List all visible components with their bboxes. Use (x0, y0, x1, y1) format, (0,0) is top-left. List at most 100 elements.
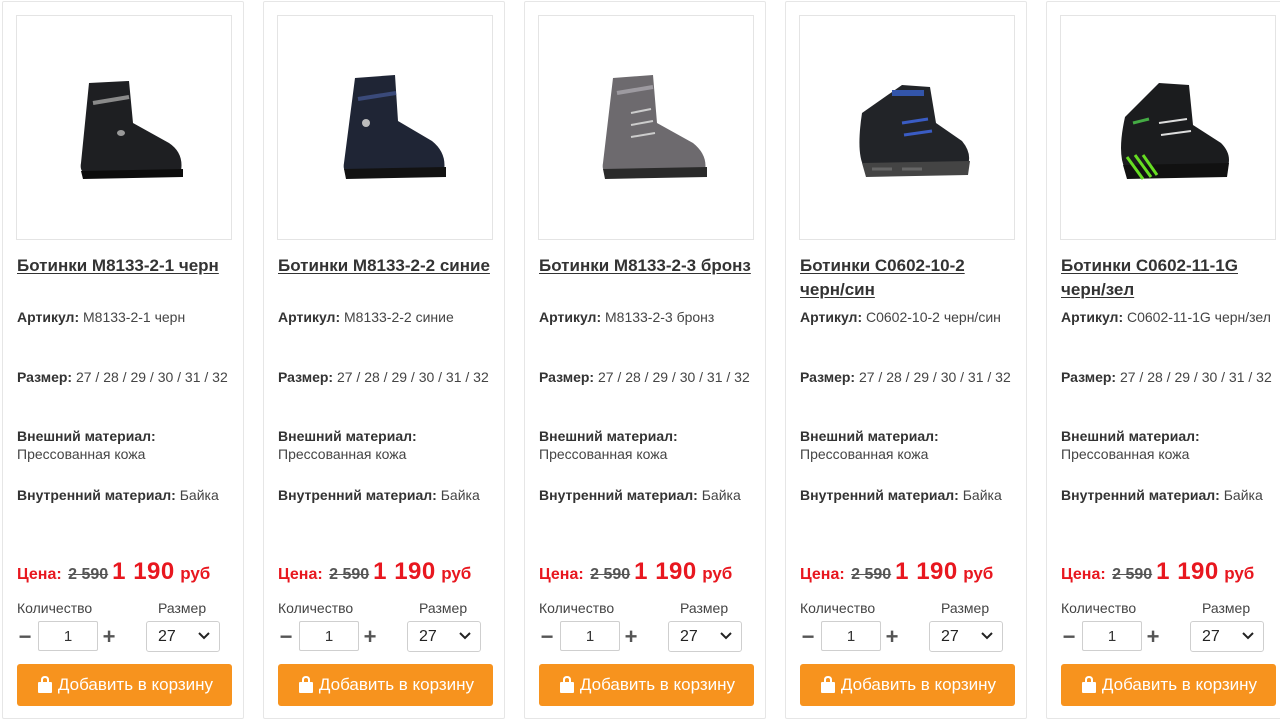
product-inner-material: Внутренний материал: Байка (539, 486, 753, 504)
size-select-label: Размер (680, 600, 729, 616)
article-value: C0602-10-2 черн/син (866, 309, 1001, 325)
sizes-value: 27 / 28 / 29 / 30 / 31 / 32 (75, 369, 228, 385)
sizes-value: 27 / 28 / 29 / 30 / 31 / 32 (1119, 369, 1272, 385)
quantity-input[interactable] (560, 621, 620, 651)
add-to-cart-button[interactable]: Добавить в корзину (539, 664, 754, 706)
chevron-down-icon (1242, 632, 1254, 640)
increase-quantity-button[interactable]: + (360, 625, 380, 649)
product-title-link[interactable]: Ботинки M8133-2-1 черн (17, 254, 231, 278)
add-to-cart-label: Добавить в корзину (840, 675, 997, 694)
size-label: Размер: (1061, 369, 1117, 385)
shopping-bag-icon (559, 676, 574, 693)
article-label: Артикул: (17, 309, 80, 325)
price-label: Цена: (539, 566, 584, 583)
outer-value: Прессованная кожа (539, 446, 668, 462)
inner-label: Внутренний материал: (539, 487, 698, 503)
decrease-quantity-button[interactable]: − (276, 625, 296, 649)
inner-label: Внутренний материал: (1061, 487, 1220, 503)
product-price: Цена: 2 590 1 190 руб (539, 558, 765, 586)
size-dropdown[interactable]: 27 (407, 621, 481, 652)
sizes-value: 27 / 28 / 29 / 30 / 31 / 32 (597, 369, 750, 385)
inner-label: Внутренний материал: (17, 487, 176, 503)
size-dropdown[interactable]: 27 (668, 621, 742, 652)
chevron-down-icon (459, 632, 471, 640)
decrease-quantity-button[interactable]: − (1059, 625, 1079, 649)
article-value: M8133-2-3 бронз (605, 309, 715, 325)
quantity-input[interactable] (299, 621, 359, 651)
new-price: 1 190 (1156, 558, 1219, 585)
product-price: Цена: 2 590 1 190 руб (1061, 558, 1280, 586)
article-value: M8133-2-2 синие (344, 309, 454, 325)
increase-quantity-button[interactable]: + (99, 625, 119, 649)
shopping-bag-icon (298, 676, 313, 693)
selected-size: 27 (680, 628, 698, 645)
product-image[interactable] (1060, 15, 1276, 240)
product-inner-material: Внутренний материал: Байка (1061, 486, 1275, 504)
product-image[interactable] (277, 15, 493, 240)
shopping-bag-icon (820, 676, 835, 693)
outer-value: Прессованная кожа (800, 446, 929, 462)
outer-label: Внешний материал: (17, 428, 156, 444)
article-label: Артикул: (278, 309, 341, 325)
decrease-quantity-button[interactable]: − (15, 625, 35, 649)
sizes-value: 27 / 28 / 29 / 30 / 31 / 32 (858, 369, 1011, 385)
decrease-quantity-button[interactable]: − (537, 625, 557, 649)
add-to-cart-label: Добавить в корзину (318, 675, 475, 694)
article-value: M8133-2-1 черн (83, 309, 186, 325)
add-to-cart-button[interactable]: Добавить в корзину (1061, 664, 1276, 706)
sizes-value: 27 / 28 / 29 / 30 / 31 / 32 (336, 369, 489, 385)
product-title-link[interactable]: Ботинки C0602-11-1G черн/зел (1061, 254, 1275, 302)
product-outer-material: Внешний материал: Прессованная кожа (1061, 427, 1275, 463)
size-label: Размер: (278, 369, 334, 385)
product-outer-material: Внешний материал: Прессованная кожа (278, 427, 492, 463)
add-to-cart-label: Добавить в корзину (1101, 675, 1258, 694)
size-select-label: Размер (1202, 600, 1251, 616)
black-boot-icon (80, 80, 183, 179)
product-title-link[interactable]: Ботинки M8133-2-3 бронз (539, 254, 753, 278)
add-to-cart-button[interactable]: Добавить в корзину (800, 664, 1015, 706)
product-title-link[interactable]: Ботинки C0602-10-2 черн/син (800, 254, 1014, 302)
product-card: Ботинки C0602-11-1G черн/зел Артикул: C0… (1046, 1, 1280, 719)
add-to-cart-button[interactable]: Добавить в корзину (17, 664, 232, 706)
bronze-boot-icon (602, 74, 707, 179)
black-blue-sneaker-boot-icon (859, 84, 970, 177)
chevron-down-icon (981, 632, 993, 640)
old-price: 2 590 (590, 566, 631, 583)
product-image[interactable] (16, 15, 232, 240)
product-sizes: Размер: 27 / 28 / 29 / 30 / 31 / 32 (1061, 368, 1275, 386)
size-label: Размер: (800, 369, 856, 385)
price-label: Цена: (17, 566, 62, 583)
quantity-input[interactable] (821, 621, 881, 651)
quantity-input[interactable] (38, 621, 98, 651)
quantity-label: Количество (17, 600, 93, 616)
product-card: Ботинки M8133-2-1 черн Артикул: M8133-2-… (2, 1, 244, 719)
outer-label: Внешний материал: (1061, 428, 1200, 444)
product-image[interactable] (538, 15, 754, 240)
selected-size: 27 (419, 628, 437, 645)
size-select-label: Размер (941, 600, 990, 616)
product-image[interactable] (799, 15, 1015, 240)
size-dropdown[interactable]: 27 (929, 621, 1003, 652)
outer-value: Прессованная кожа (1061, 446, 1190, 462)
increase-quantity-button[interactable]: + (621, 625, 641, 649)
outer-value: Прессованная кожа (278, 446, 407, 462)
navy-boot-icon (343, 74, 446, 179)
size-dropdown[interactable]: 27 (1190, 621, 1264, 652)
product-sizes: Размер: 27 / 28 / 29 / 30 / 31 / 32 (800, 368, 1014, 386)
quantity-stepper: − + (276, 621, 386, 653)
decrease-quantity-button[interactable]: − (798, 625, 818, 649)
product-title-link[interactable]: Ботинки M8133-2-2 синие (278, 254, 492, 278)
old-price: 2 590 (1112, 566, 1153, 583)
increase-quantity-button[interactable]: + (882, 625, 902, 649)
quantity-input[interactable] (1082, 621, 1142, 651)
currency: руб (180, 564, 211, 583)
currency: руб (441, 564, 472, 583)
product-outer-material: Внешний материал: Прессованная кожа (539, 427, 753, 463)
add-to-cart-button[interactable]: Добавить в корзину (278, 664, 493, 706)
quantity-stepper: − + (798, 621, 908, 653)
product-inner-material: Внутренний материал: Байка (800, 486, 1014, 504)
size-select-label: Размер (158, 600, 207, 616)
size-dropdown[interactable]: 27 (146, 621, 220, 652)
inner-value: Байка (440, 487, 480, 503)
increase-quantity-button[interactable]: + (1143, 625, 1163, 649)
